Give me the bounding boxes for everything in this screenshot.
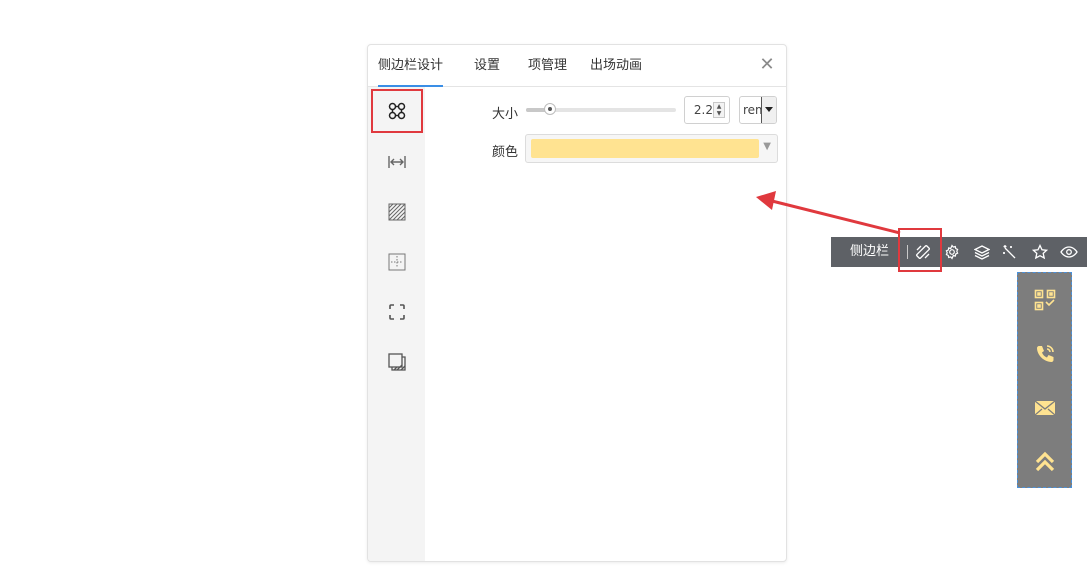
star-icon[interactable] (1030, 242, 1050, 262)
settings-icon[interactable] (942, 242, 962, 262)
color-picker[interactable]: ▼ (525, 134, 778, 163)
mail-icon[interactable] (1018, 381, 1071, 435)
color-dropdown-icon[interactable]: ▼ (763, 141, 771, 152)
close-icon[interactable]: ✕ (758, 56, 776, 74)
increment-icon[interactable]: ▲ (714, 103, 724, 110)
panel-tabs: 侧边栏设计 设置 项管理 出场动画 ✕ (368, 45, 786, 87)
unit-select[interactable]: rem (739, 96, 777, 124)
sidebar-design-panel: 侧边栏设计 设置 项管理 出场动画 ✕ 大小 2.2 ▲ ▼ rem 颜色 ▼ (367, 44, 787, 562)
eye-icon[interactable] (1059, 242, 1079, 262)
background-icon[interactable] (372, 191, 422, 233)
sidebar-preview[interactable] (1017, 272, 1072, 488)
back-to-top-icon[interactable] (1018, 435, 1071, 489)
design-side-menu (368, 87, 425, 561)
color-label: 颜色 (491, 145, 518, 160)
width-icon[interactable] (372, 141, 422, 183)
design-icon[interactable] (913, 242, 933, 262)
decrement-icon[interactable]: ▼ (714, 110, 724, 117)
padding-icon[interactable] (372, 241, 422, 283)
toolbar-divider (907, 245, 908, 259)
toolbar-label: 侧边栏 (850, 244, 890, 259)
sidebar-toolbar: 侧边栏 (831, 237, 1087, 267)
size-slider[interactable] (526, 103, 676, 115)
tab-settings[interactable]: 设置 (474, 45, 500, 87)
phone-icon[interactable] (1018, 327, 1071, 381)
border-icon[interactable] (372, 291, 422, 333)
tab-entrance-animation[interactable]: 出场动画 (590, 45, 642, 87)
layers-icon[interactable] (972, 242, 992, 262)
chevron-down-icon[interactable] (761, 97, 776, 123)
size-stepper[interactable]: ▲ ▼ (684, 96, 730, 124)
animation-icon[interactable] (999, 242, 1019, 262)
size-label: 大小 (491, 107, 518, 122)
size-spinner[interactable]: ▲ ▼ (713, 102, 725, 118)
qrcode-icon[interactable] (1018, 273, 1071, 327)
shadow-icon[interactable] (372, 341, 422, 383)
tab-item-management[interactable]: 项管理 (528, 45, 567, 87)
size-slider-handle[interactable] (544, 103, 556, 115)
size-input[interactable] (687, 101, 713, 119)
layout-icon[interactable] (371, 89, 423, 133)
color-swatch (531, 139, 759, 158)
tab-sidebar-design[interactable]: 侧边栏设计 (378, 45, 444, 87)
